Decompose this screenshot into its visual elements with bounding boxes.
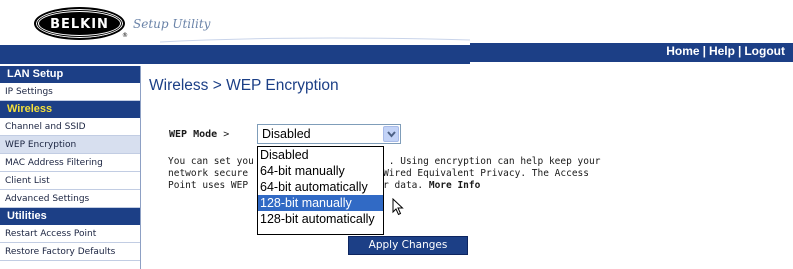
wep-mode-label-text: WEP Mode [169,129,218,140]
header-wave-decoration [0,37,470,64]
description-line: network secure Wired Equivalent Privacy. … [168,168,688,180]
sidebar-item-restart-access-point[interactable]: Restart Access Point [0,225,140,243]
option-disabled[interactable]: Disabled [258,147,383,163]
option-128-bit-automatically[interactable]: 128-bit automatically [258,211,383,227]
sidebar-item-wep-encryption[interactable]: WEP Encryption [0,136,140,154]
sidebar-item-client-list[interactable]: Client List [0,172,140,190]
chevron-down-icon[interactable] [383,126,399,142]
wep-mode-select[interactable]: Disabled [257,124,401,144]
description-text: You can set you [168,156,254,167]
sidebar-item-restore-factory-defaults[interactable]: Restore Factory Defaults [0,243,140,261]
wep-mode-arrow: > [223,129,230,140]
logout-link[interactable]: Logout [744,44,785,58]
sidebar-item-channel-and-ssid[interactable]: Channel and SSID [0,118,140,136]
link-separator: | [737,44,742,58]
sidebar-item-mac-address-filtering[interactable]: MAC Address Filtering [0,154,140,172]
help-link[interactable]: Help [709,44,735,58]
sidebar-item-advanced-settings[interactable]: Advanced Settings [0,190,140,208]
description-text: r data. [383,180,424,191]
wep-description: You can set you . Using encryption can he… [168,156,688,192]
description-text: network secure [168,168,249,179]
description-text: . Using encryption can help keep your [388,156,601,167]
header: BELKIN ® Setup Utility Home | Help | Logout [0,0,793,64]
wep-mode-dropdown-list[interactable]: Disabled 64-bit manually 64-bit automati… [257,146,384,235]
option-64-bit-automatically[interactable]: 64-bit automatically [258,179,383,195]
wep-mode-selected-value: Disabled [262,127,311,141]
sidebar-heading-lan-setup[interactable]: LAN Setup [0,66,140,83]
sidebar-heading-utilities[interactable]: Utilities [0,208,140,225]
home-link[interactable]: Home [666,44,699,58]
header-links: Home | Help | Logout [666,44,785,58]
main-content: Wireless > WEP Encryption WEP Mode > Dis… [141,64,793,269]
sidebar-heading-wireless[interactable]: Wireless [0,101,140,118]
sidebar-nav: LAN Setup IP Settings Wireless Channel a… [0,66,141,269]
more-info-link[interactable]: More Info [429,180,480,191]
logo-text: BELKIN [50,17,109,32]
product-title: Setup Utility [133,17,211,31]
apply-changes-button[interactable]: Apply Changes [348,236,468,255]
option-64-bit-manually[interactable]: 64-bit manually [258,163,383,179]
link-separator: | [702,44,706,58]
sidebar-item-ip-settings[interactable]: IP Settings [0,83,140,101]
description-line: You can set you . Using encryption can he… [168,156,688,168]
description-text: Point uses WEP [168,180,249,191]
page-title: Wireless > WEP Encryption [149,77,339,94]
mouse-cursor-icon [392,198,404,216]
option-128-bit-manually[interactable]: 128-bit manually [258,195,383,211]
description-line: Point uses WEP r data. More Info [168,180,688,192]
wep-mode-label: WEP Mode > [169,129,229,140]
description-text: Wired Equivalent Privacy. The Access [383,168,589,179]
